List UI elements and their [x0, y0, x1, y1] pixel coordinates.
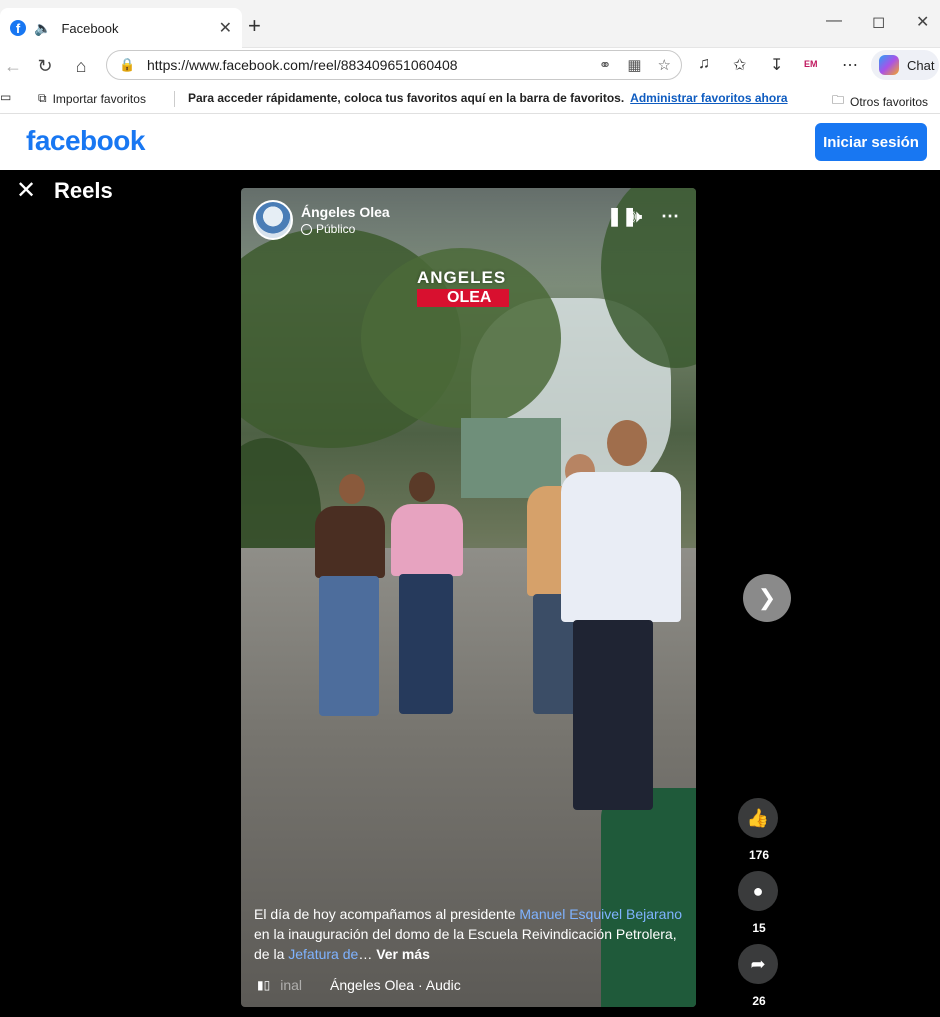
- favorites-icon[interactable]: ✩: [733, 55, 746, 75]
- volume-icon[interactable]: 🕪: [631, 206, 642, 226]
- star-icon[interactable]: ☆: [658, 56, 671, 74]
- download-icon[interactable]: ↧: [770, 55, 783, 75]
- privacy-label: Público: [301, 222, 390, 236]
- comment-button[interactable]: ●: [738, 871, 778, 911]
- video-person: [339, 474, 365, 504]
- facebook-header: facebook Iniciar sesión: [0, 114, 940, 170]
- minimize-icon[interactable]: —: [826, 12, 842, 30]
- comment-count: 15: [752, 921, 766, 935]
- video-person: [315, 506, 385, 578]
- comment-action: ● 15: [738, 871, 780, 935]
- caption-text: El día de hoy acompañamos al presidente: [254, 906, 520, 922]
- back-icon[interactable]: ←: [0, 53, 26, 79]
- close-tab-icon[interactable]: ✕: [219, 18, 232, 38]
- extension-icon[interactable]: EM: [804, 59, 818, 69]
- video-person: [573, 620, 653, 810]
- audio-attribution[interactable]: ▮▯ inal Ángeles Olea · Audic: [257, 977, 687, 993]
- reels-title: Reels: [54, 178, 113, 203]
- key-icon[interactable]: ⚭: [599, 56, 612, 74]
- share-count: 26: [752, 994, 766, 1008]
- mention-link[interactable]: Manuel Esquivel Bejarano: [519, 906, 682, 922]
- see-more-link[interactable]: Ver más: [376, 946, 430, 962]
- chat-label: Chat: [907, 57, 935, 73]
- copilot-chat-button[interactable]: Chat: [871, 50, 939, 80]
- login-button[interactable]: Iniciar sesión: [815, 123, 927, 161]
- like-count: 176: [748, 848, 770, 862]
- video-person: [399, 574, 453, 714]
- lock-icon[interactable]: 🔒: [119, 57, 135, 73]
- video-green-structure: [601, 788, 696, 1007]
- sidebar-toggle-icon[interactable]: ▭: [0, 90, 11, 104]
- import-icon: ⧉: [38, 91, 47, 105]
- favorites-hint: Para acceder rápidamente, coloca tus fav…: [188, 91, 788, 105]
- close-icon[interactable]: ✕: [16, 179, 36, 203]
- import-favorites-label: Importar favoritos: [52, 91, 146, 106]
- video-watermark: ANGELES OLEA: [417, 268, 510, 307]
- manage-favorites-link[interactable]: Administrar favoritos ahora: [630, 91, 787, 105]
- globe-icon: [301, 223, 312, 235]
- audio-fade-text: inal: [280, 977, 303, 993]
- watermark-bottom: OLEA: [417, 289, 510, 307]
- comment-icon: ●: [752, 880, 764, 901]
- speaker-icon[interactable]: 🔈: [34, 20, 51, 37]
- share-icon: ➦: [750, 953, 766, 974]
- other-favorites-label: Otros favoritos: [850, 94, 929, 109]
- favorites-hint-text: Para acceder rápidamente, coloca tus fav…: [188, 91, 625, 105]
- reel-video[interactable]: ANGELES OLEA Ángeles Olea Público ❚❚ 🕪 ⋯…: [241, 188, 696, 1007]
- like-icon: 👍: [746, 807, 770, 828]
- copilot-icon: [879, 55, 899, 75]
- tab-title: Facebook: [61, 20, 119, 36]
- app-icon[interactable]: ▦: [627, 56, 641, 74]
- facebook-favicon-icon: f: [10, 20, 26, 36]
- like-button[interactable]: 👍: [738, 798, 778, 838]
- share-button[interactable]: ➦: [738, 944, 778, 984]
- avatar[interactable]: [253, 200, 293, 240]
- maximize-icon[interactable]: ◻: [872, 12, 885, 32]
- url-bar[interactable]: 🔒 https://www.facebook.com/reel/88340965…: [106, 50, 682, 80]
- video-person: [561, 472, 681, 622]
- caption-ellipsis: …: [358, 946, 377, 962]
- video-person: [409, 472, 435, 502]
- watermark-top: ANGELES: [417, 268, 507, 287]
- other-favorites-button[interactable]: 🗀 Otros favoritos: [832, 91, 928, 112]
- folder-icon: 🗀: [832, 93, 845, 107]
- more-options-icon[interactable]: ⋯: [661, 206, 679, 226]
- share-action: ➦ 26: [738, 944, 780, 1008]
- browser-titlebar: f 🔈 Facebook ✕ + — ◻ ✕: [0, 0, 940, 48]
- privacy-text: Público: [316, 222, 356, 236]
- favorites-divider: [174, 91, 175, 107]
- new-tab-button[interactable]: +: [248, 13, 261, 39]
- next-reel-button[interactable]: ❯: [743, 574, 791, 622]
- close-window-icon[interactable]: ✕: [916, 12, 929, 32]
- favorites-bar: ▭ ⧉ Importar favoritos Para acceder rápi…: [0, 84, 940, 114]
- video-person: [607, 420, 647, 466]
- like-action: 👍 176: [738, 798, 780, 862]
- video-caption: El día de hoy acompañamos al presidente …: [254, 904, 684, 964]
- video-person: [391, 504, 463, 576]
- author-name[interactable]: Ángeles Olea: [301, 204, 390, 220]
- import-favorites-button[interactable]: ⧉ Importar favoritos: [38, 91, 146, 106]
- more-icon[interactable]: ⋯: [842, 55, 858, 75]
- mention-link[interactable]: Jefatura de: [288, 946, 358, 962]
- video-person: [319, 576, 379, 716]
- chevron-right-icon: ❯: [757, 585, 777, 610]
- read-aloud-icon[interactable]: ♫: [698, 55, 710, 73]
- browser-tab[interactable]: f 🔈 Facebook ✕: [0, 8, 242, 48]
- refresh-icon[interactable]: ↻: [32, 53, 58, 79]
- video-author-header: Ángeles Olea Público: [253, 200, 390, 240]
- home-icon[interactable]: ⌂: [68, 53, 94, 79]
- audio-label: Ángeles Olea · Audic: [330, 977, 461, 993]
- url-text[interactable]: https://www.facebook.com/reel/8834096510…: [147, 57, 599, 73]
- audio-wave-icon: ▮▯: [257, 978, 271, 992]
- facebook-logo[interactable]: facebook: [26, 125, 145, 157]
- address-toolbar: ← ↻ ⌂ 🔒 https://www.facebook.com/reel/88…: [0, 48, 940, 84]
